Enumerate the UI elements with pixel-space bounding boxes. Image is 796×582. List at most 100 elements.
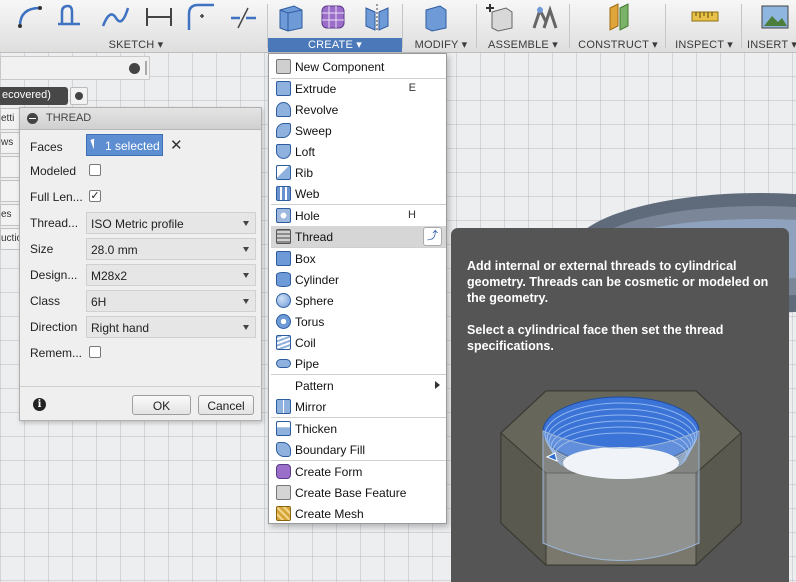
thread-dialog: THREAD Faces 1 selected ✕ Modeled Full L…: [19, 107, 263, 421]
chevron-down-icon: [243, 273, 249, 278]
offset-icon[interactable]: [54, 2, 84, 32]
menu-item-torus[interactable]: Torus: [271, 311, 446, 332]
collapse-icon[interactable]: [129, 63, 140, 74]
direction-select[interactable]: Right hand: [86, 316, 256, 338]
toolbar-group-inspect[interactable]: INSPECT ▾: [668, 38, 740, 52]
toolbar-group-modify[interactable]: MODIFY ▾: [406, 38, 476, 52]
menu-item-create-base-feature[interactable]: Create Base Feature: [271, 482, 446, 503]
full-length-label: Full Len...: [30, 190, 83, 204]
side-tab-sketches[interactable]: es: [0, 204, 20, 226]
trim-icon[interactable]: [228, 2, 258, 32]
submenu-arrow-icon: [435, 381, 440, 389]
designation-label: Design...: [30, 268, 78, 282]
ok-button[interactable]: OK: [132, 395, 191, 415]
menu-item-coil[interactable]: Coil: [271, 332, 446, 353]
fillet-icon[interactable]: [186, 2, 216, 32]
menu-item-box[interactable]: Box: [271, 248, 446, 269]
new-joint-icon[interactable]: [484, 2, 514, 32]
side-tab-construction[interactable]: uctio: [0, 228, 20, 250]
class-row: Class 6H: [20, 288, 263, 314]
menu-item-create-mesh[interactable]: Create Mesh: [271, 503, 446, 524]
thread-type-select[interactable]: ISO Metric profile: [86, 212, 256, 234]
menu-item-sweep[interactable]: Sweep: [271, 120, 446, 141]
side-tab-views[interactable]: ws: [0, 132, 20, 154]
menu-item-sphere[interactable]: Sphere: [271, 290, 446, 311]
create-form-icon: [276, 464, 291, 479]
measure-icon[interactable]: [690, 2, 720, 32]
menu-item-mirror[interactable]: Mirror: [271, 396, 446, 417]
collapse-icon[interactable]: [27, 113, 38, 124]
faces-selection-button[interactable]: 1 selected: [86, 134, 163, 156]
thread-icon: [276, 229, 291, 244]
threaded-nut-illustration: [500, 390, 742, 567]
class-select[interactable]: 6H: [86, 290, 256, 312]
info-icon[interactable]: i: [33, 398, 46, 411]
side-tab-blank-1[interactable]: [0, 156, 20, 178]
menu-item-pipe[interactable]: Pipe: [271, 353, 446, 374]
toolbar-group-construct[interactable]: CONSTRUCT ▾: [571, 38, 665, 52]
browser-document-item[interactable]: ecovered): [0, 87, 68, 105]
arc-icon[interactable]: [16, 2, 46, 32]
drag-handle[interactable]: [145, 61, 147, 75]
designation-select[interactable]: M28x2: [86, 264, 256, 286]
menu-item-cylinder[interactable]: Cylinder: [271, 269, 446, 290]
toolbar-group-assemble[interactable]: ASSEMBLE ▾: [478, 38, 568, 52]
offset-plane-icon[interactable]: [604, 2, 634, 32]
dimension-icon[interactable]: [144, 2, 174, 32]
menu-item-thread[interactable]: Thread ⤴: [271, 226, 446, 247]
menu-item-loft[interactable]: Loft: [271, 141, 446, 162]
remember-checkbox[interactable]: [89, 346, 101, 358]
remember-row: Remem...: [20, 340, 263, 366]
class-label: Class: [30, 294, 61, 308]
toolbar-group-create[interactable]: CREATE ▾: [268, 38, 402, 52]
visibility-toggle[interactable]: [70, 87, 88, 105]
size-row: Size 28.0 mm: [20, 236, 263, 262]
faces-row: Faces 1 selected ✕: [20, 134, 263, 160]
modeled-checkbox[interactable]: [89, 164, 101, 176]
menu-item-new-component[interactable]: New Component: [271, 56, 446, 77]
side-tab-settings[interactable]: etti: [0, 108, 20, 130]
menu-item-boundary-fill[interactable]: Boundary Fill: [271, 439, 446, 460]
extrude-icon: [276, 81, 291, 96]
hole-icon: [276, 208, 291, 223]
press-pull-icon[interactable]: [420, 2, 450, 32]
chevron-down-icon: [243, 299, 249, 304]
new-component-icon: [276, 59, 291, 74]
cancel-button[interactable]: Cancel: [198, 395, 254, 415]
menu-item-hole[interactable]: Hole H: [271, 205, 446, 226]
as-built-joint-icon[interactable]: [530, 2, 560, 32]
clear-selection-icon[interactable]: ✕: [170, 136, 183, 154]
loft-icon: [276, 144, 291, 159]
insert-image-icon[interactable]: [760, 2, 790, 32]
menu-item-pattern[interactable]: Pattern: [271, 375, 446, 396]
side-tab-blank-2[interactable]: [0, 180, 20, 202]
eye-icon: [75, 92, 83, 100]
modeled-label: Modeled: [30, 164, 77, 178]
toolbar-separator: [741, 4, 742, 48]
direction-label: Direction: [30, 320, 78, 334]
cursor-arrow-icon: [90, 138, 98, 150]
toolbar-group-insert[interactable]: INSERT ▾: [744, 38, 796, 52]
boundary-fill-icon: [276, 442, 291, 457]
menu-item-web[interactable]: Web: [271, 183, 446, 204]
menu-item-revolve[interactable]: Revolve: [271, 99, 446, 120]
toolbar-separator: [569, 4, 570, 48]
dialog-header[interactable]: THREAD: [20, 108, 261, 130]
chevron-down-icon: [243, 221, 249, 226]
spline-icon[interactable]: [100, 2, 130, 32]
form-icon[interactable]: [318, 2, 348, 32]
menu-item-rib[interactable]: Rib: [271, 162, 446, 183]
menu-item-thicken[interactable]: Thicken: [271, 418, 446, 439]
mirror-body-icon[interactable]: [362, 2, 392, 32]
faces-label: Faces: [30, 140, 63, 154]
size-label: Size: [30, 242, 54, 256]
menu-item-create-form[interactable]: Create Form: [271, 461, 446, 482]
full-length-row: Full Len... ✓: [20, 184, 263, 210]
toolbar-group-sketch[interactable]: SKETCH ▾: [70, 38, 202, 52]
full-length-checkbox[interactable]: ✓: [89, 190, 101, 202]
menu-item-extrude[interactable]: Extrude E: [271, 78, 446, 99]
box-solid-icon[interactable]: [276, 2, 306, 32]
designation-row: Design... M28x2: [20, 262, 263, 288]
pin-to-toolbar-icon[interactable]: ⤴: [423, 227, 442, 246]
size-select[interactable]: 28.0 mm: [86, 238, 256, 260]
